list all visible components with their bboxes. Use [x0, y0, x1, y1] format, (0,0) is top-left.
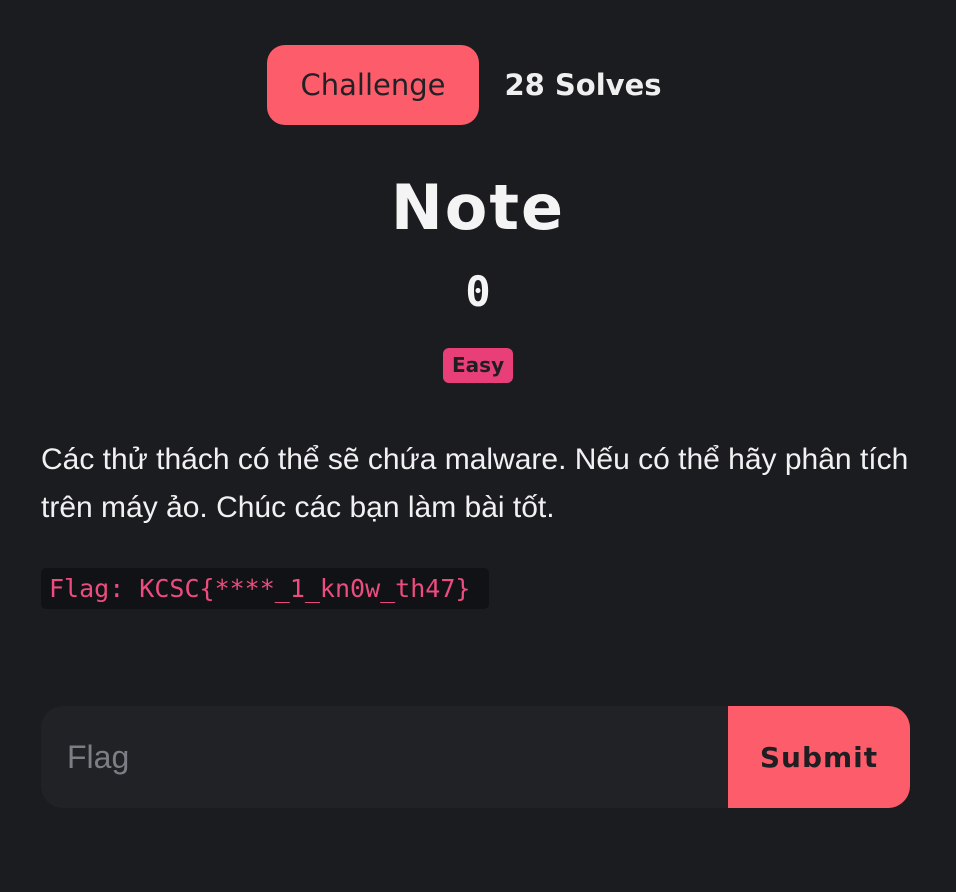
flag-input[interactable]	[41, 706, 728, 808]
challenge-points: 0	[465, 267, 491, 316]
difficulty-badge-container: Easy	[0, 348, 956, 383]
flag-submit-form: Submit	[41, 706, 910, 808]
difficulty-badge: Easy	[443, 348, 513, 383]
challenge-title: Note	[390, 171, 566, 244]
tab-challenge[interactable]: Challenge	[267, 45, 479, 125]
challenge-tabs: Challenge 28 Solves	[0, 45, 956, 125]
submit-button[interactable]: Submit	[728, 706, 910, 808]
tab-solves[interactable]: 28 Solves	[498, 45, 668, 125]
challenge-description: Các thử thách có thể sẽ chứa malware. Nế…	[41, 443, 909, 524]
flag-format-code: Flag: KCSC{****_1_kn0w_th47}	[41, 568, 489, 609]
